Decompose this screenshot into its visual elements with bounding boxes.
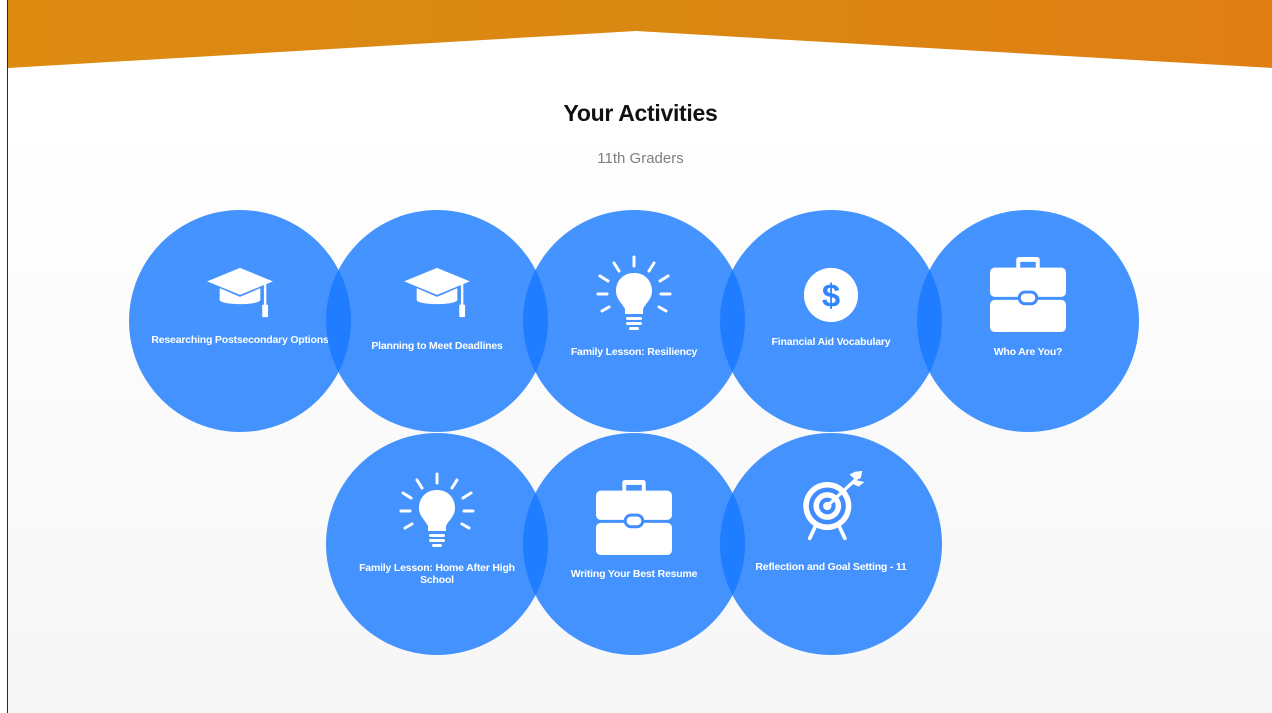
activity-label: Financial Aid Vocabulary xyxy=(771,336,891,348)
dollar-icon: $ xyxy=(803,267,859,323)
target-icon xyxy=(803,470,865,541)
activity-writing-your-best-resume[interactable]: Writing Your Best Resume xyxy=(523,433,745,655)
activity-label: Writing Your Best Resume xyxy=(570,568,698,580)
briefcase-icon xyxy=(989,256,1067,333)
page-subtitle: 11th Graders xyxy=(597,150,684,167)
graduation-cap-icon xyxy=(404,267,470,318)
lightbulb-icon xyxy=(596,255,672,330)
page-frame: Your Activities 11th Graders Researching… xyxy=(7,0,1272,713)
activity-reflection-and-goal-setting[interactable]: Reflection and Goal Setting - 11 xyxy=(720,433,942,655)
svg-text:$: $ xyxy=(822,277,840,314)
activity-researching-postsecondary-options[interactable]: Researching Postsecondary Options xyxy=(129,210,351,432)
graduation-cap-icon xyxy=(207,267,273,318)
lightbulb-icon xyxy=(399,472,475,547)
activity-label: Planning to Meet Deadlines xyxy=(371,340,503,352)
activity-family-lesson-home-after-high-school[interactable]: Family Lesson: Home After High School xyxy=(326,433,548,655)
briefcase-icon xyxy=(595,479,673,556)
activity-who-are-you[interactable]: Who Are You? xyxy=(917,210,1139,432)
activity-label: Family Lesson: Home After High School xyxy=(359,562,515,586)
activity-label: Reflection and Goal Setting - 11 xyxy=(755,561,907,573)
activity-family-lesson-resiliency[interactable]: Family Lesson: Resiliency xyxy=(523,210,745,432)
activity-label: Who Are You? xyxy=(993,346,1063,358)
activity-planning-to-meet-deadlines[interactable]: Planning to Meet Deadlines xyxy=(326,210,548,432)
activity-label: Family Lesson: Resiliency xyxy=(570,346,698,358)
header-banner xyxy=(8,0,1272,68)
activity-financial-aid-vocabulary[interactable]: $ Financial Aid Vocabulary xyxy=(720,210,942,432)
page-title: Your Activities xyxy=(563,100,718,126)
activity-label: Researching Postsecondary Options xyxy=(151,334,329,346)
